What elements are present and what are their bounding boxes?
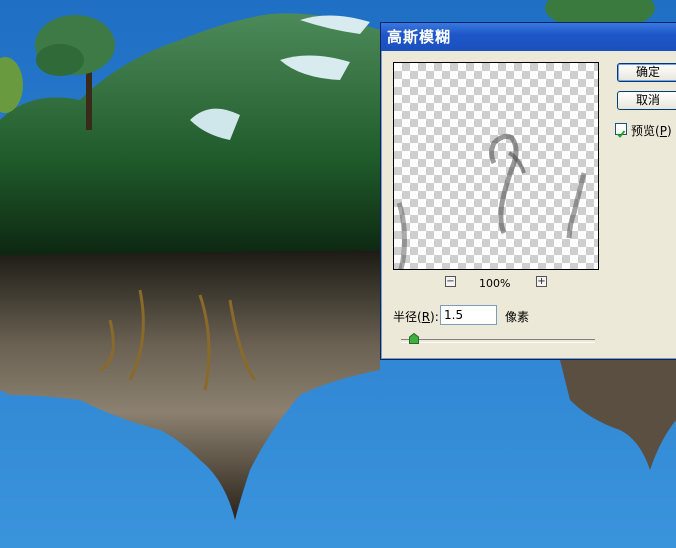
- radius-slider[interactable]: [401, 339, 595, 343]
- preview-checkbox[interactable]: [615, 123, 627, 138]
- radius-input[interactable]: 1.5: [440, 305, 497, 325]
- dialog-title[interactable]: 高斯模糊: [381, 23, 676, 51]
- checkmark-icon: [616, 130, 626, 138]
- radius-unit: 像素: [505, 310, 530, 324]
- minus-icon: −: [446, 276, 455, 287]
- zoom-out-button[interactable]: −: [445, 276, 456, 287]
- slider-thumb[interactable]: [409, 333, 419, 344]
- zoom-in-button[interactable]: +: [536, 276, 547, 287]
- plus-icon: +: [537, 276, 546, 287]
- preview-label[interactable]: 预览(P): [631, 122, 672, 139]
- radius-label: 半径(R):: [393, 310, 439, 324]
- zoom-level: 100%: [479, 277, 511, 290]
- cancel-button[interactable]: 取消: [617, 91, 676, 110]
- preview-strokes: [396, 133, 587, 269]
- blur-preview[interactable]: [393, 62, 599, 270]
- gaussian-blur-dialog: 高斯模糊 − 100% + 确定 取消 预览(P) 半径(R): 1.5 像素: [380, 22, 676, 360]
- ok-button[interactable]: 确定: [617, 63, 676, 82]
